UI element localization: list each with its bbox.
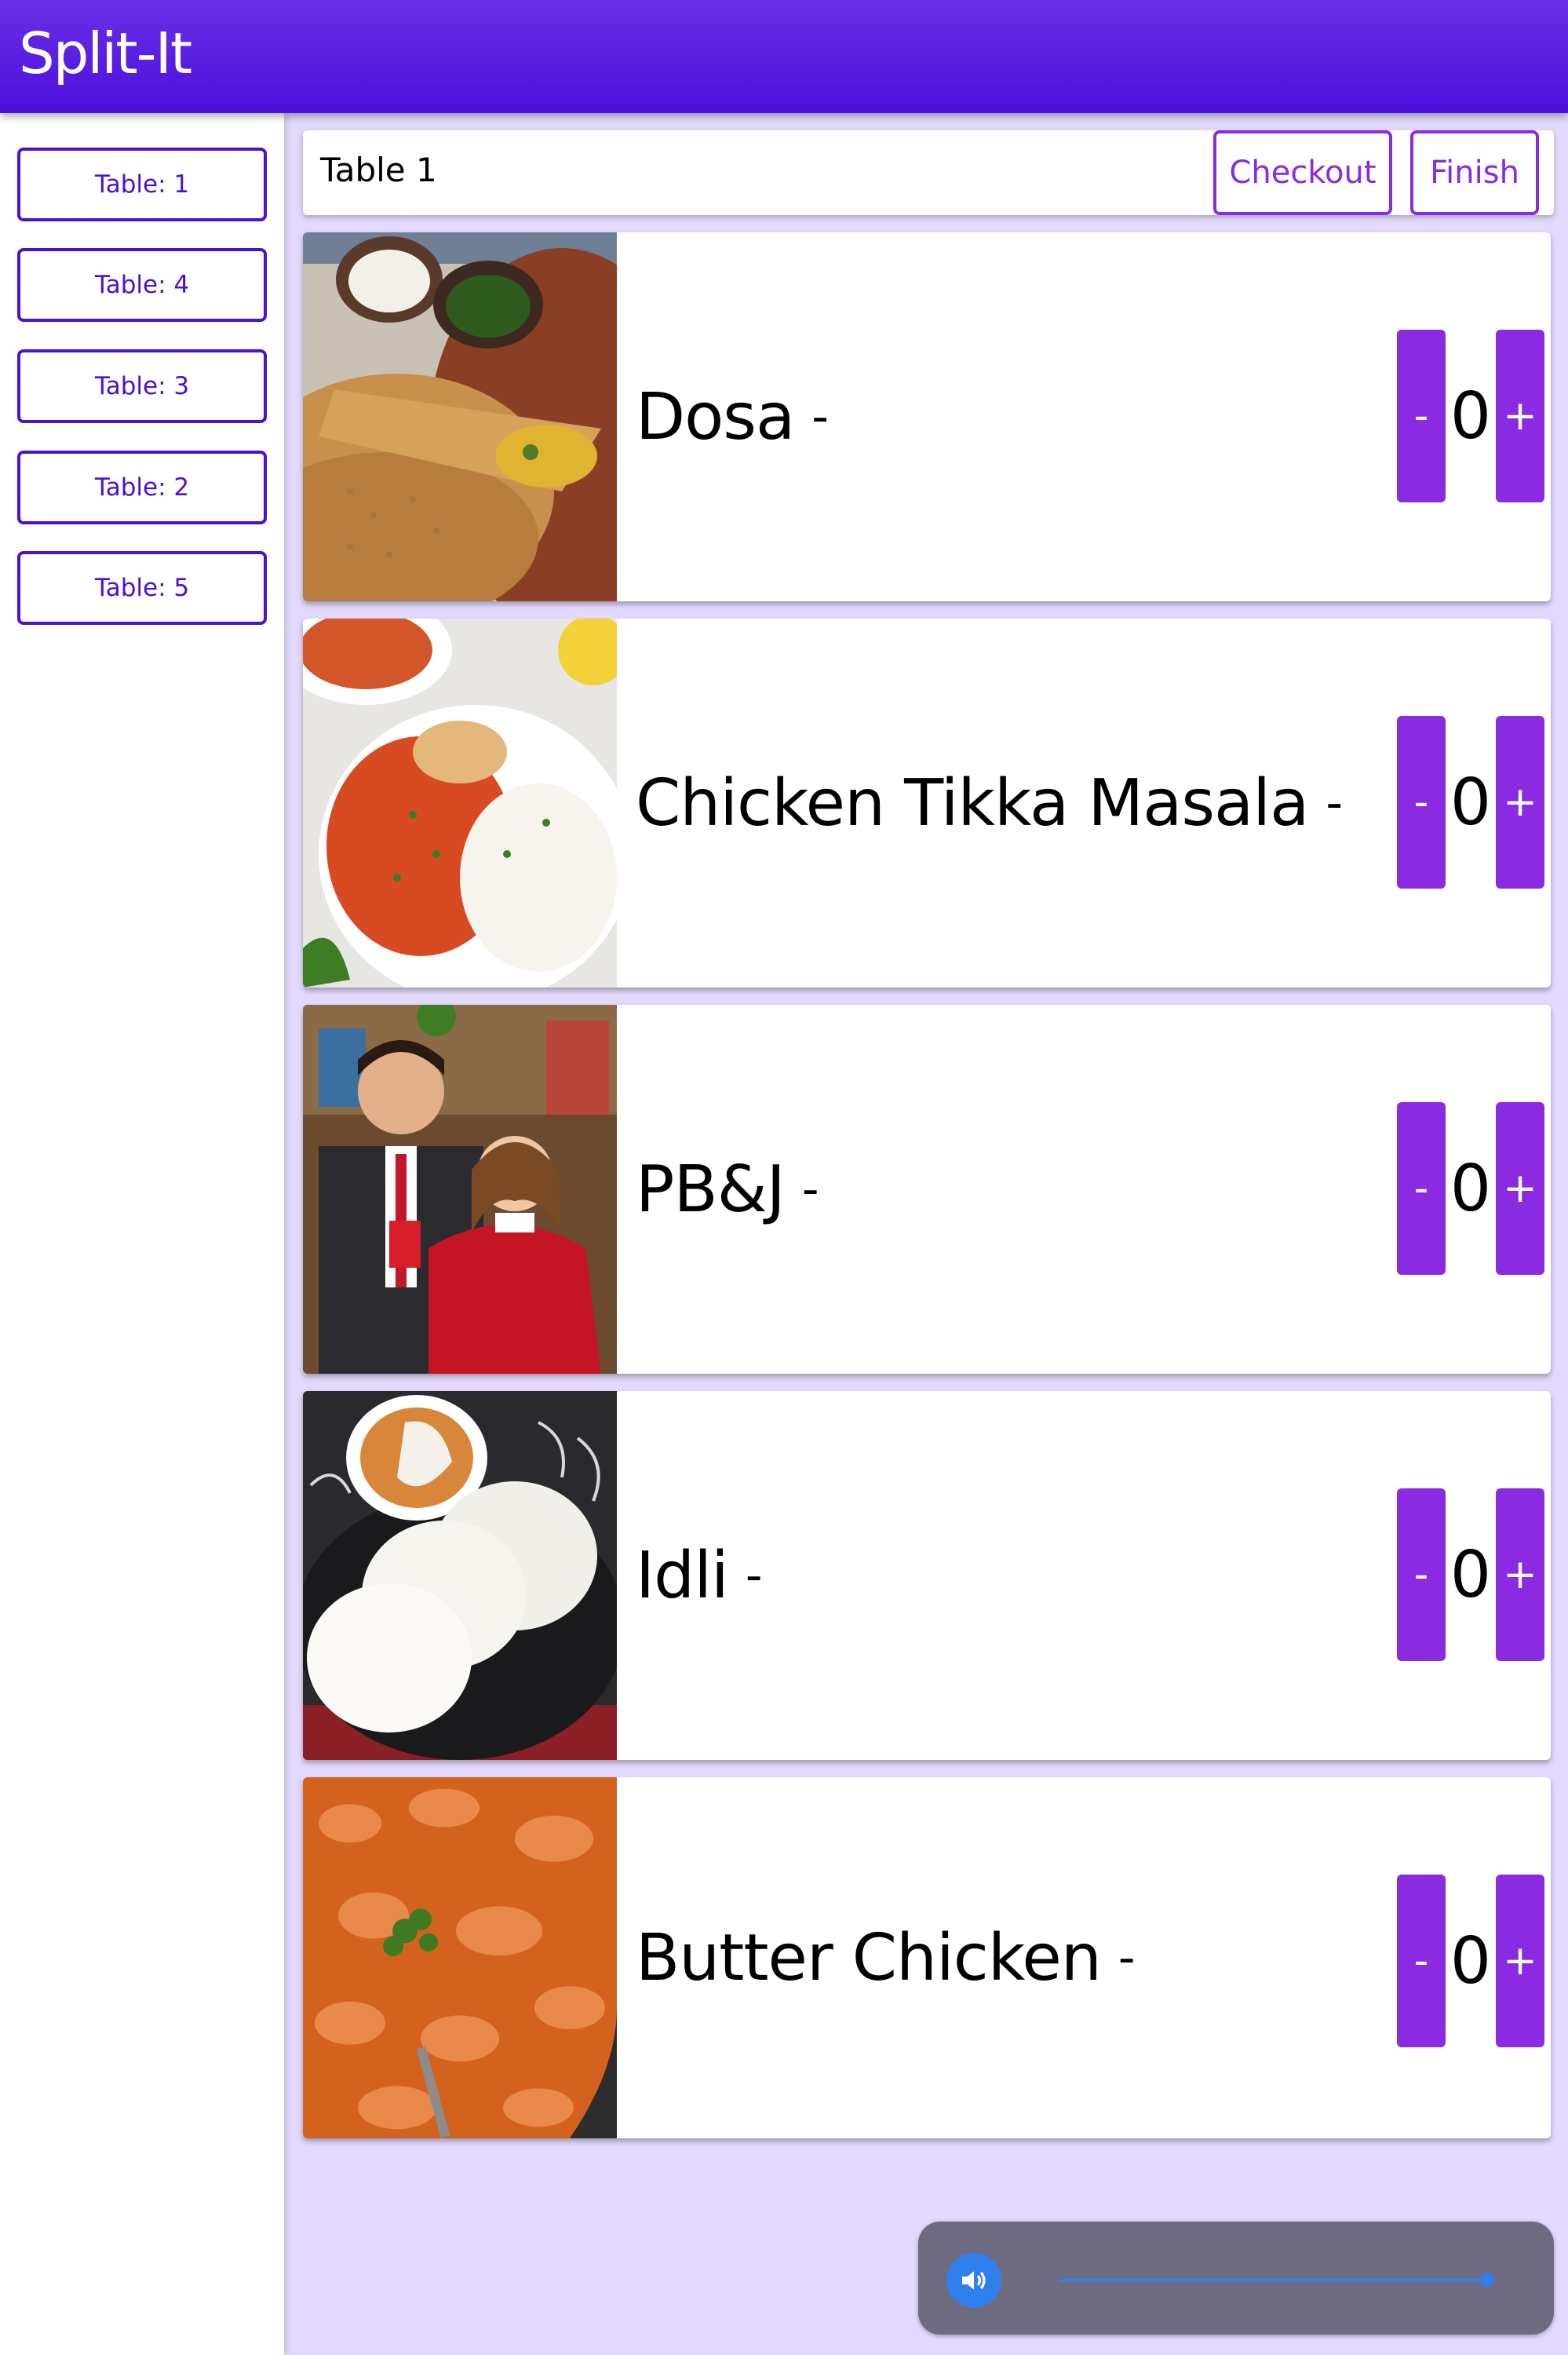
increase-quantity-button[interactable]: + bbox=[1496, 330, 1544, 502]
dish-name-text: Dosa bbox=[636, 379, 795, 455]
increase-quantity-button[interactable]: + bbox=[1496, 716, 1544, 889]
page-title: Table 1 bbox=[320, 151, 437, 189]
finish-button[interactable]: Finish bbox=[1410, 130, 1539, 215]
dish-name-text: Idli bbox=[636, 1538, 729, 1613]
decrease-quantity-button[interactable]: - bbox=[1397, 330, 1446, 502]
quantity-count: 0 bbox=[1449, 1537, 1492, 1612]
app-title: Split-It bbox=[19, 20, 192, 86]
quantity-count: 0 bbox=[1449, 765, 1492, 840]
quantity-count: 0 bbox=[1449, 1151, 1492, 1226]
dish-price-separator: - bbox=[1326, 776, 1343, 831]
sidebar-item-table-1[interactable]: Table: 1 bbox=[17, 148, 267, 221]
decrease-quantity-button[interactable]: - bbox=[1397, 1102, 1446, 1275]
quantity-count: 0 bbox=[1449, 1923, 1492, 1999]
dish-name-text: Chicken Tikka Masala bbox=[636, 765, 1309, 841]
sidebar-item-table-3[interactable]: Table: 3 bbox=[17, 349, 267, 423]
audio-progress-thumb[interactable] bbox=[1480, 2273, 1494, 2287]
dish-name: Butter Chicken - bbox=[636, 1777, 1135, 2138]
dish-name-text: Butter Chicken bbox=[636, 1920, 1102, 1995]
checkout-button[interactable]: Checkout bbox=[1213, 130, 1392, 215]
sidebar-item-table-2[interactable]: Table: 2 bbox=[17, 451, 267, 524]
dish-price-separator: - bbox=[745, 1548, 763, 1603]
increase-quantity-button[interactable]: + bbox=[1496, 1102, 1544, 1275]
dish-name: PB&J - bbox=[636, 1005, 819, 1374]
quantity-count: 0 bbox=[1449, 378, 1492, 454]
idli-image bbox=[303, 1391, 617, 1760]
menu-item-butter-chicken: Butter Chicken - - 0 + bbox=[303, 1777, 1551, 2138]
butter-chicken-image bbox=[303, 1777, 617, 2138]
speaker-icon[interactable] bbox=[946, 2253, 1001, 2308]
menu-item-dosa: Dosa - - 0 + bbox=[303, 232, 1551, 601]
increase-quantity-button[interactable]: + bbox=[1496, 1875, 1544, 2047]
decrease-quantity-button[interactable]: - bbox=[1397, 1488, 1446, 1661]
dish-name: Dosa - bbox=[636, 232, 829, 601]
dish-price-separator: - bbox=[811, 389, 829, 444]
menu-item-pbj: PB&J - - 0 + bbox=[303, 1005, 1551, 1374]
audio-progress-track[interactable] bbox=[1059, 2279, 1486, 2282]
decrease-quantity-button[interactable]: - bbox=[1397, 716, 1446, 889]
pbj-image bbox=[303, 1005, 617, 1374]
audio-player bbox=[918, 2222, 1554, 2335]
dish-name: Idli - bbox=[636, 1391, 763, 1760]
dish-price-separator: - bbox=[801, 1162, 819, 1217]
decrease-quantity-button[interactable]: - bbox=[1397, 1875, 1446, 2047]
sidebar-item-table-5[interactable]: Table: 5 bbox=[17, 551, 267, 625]
dosa-image bbox=[303, 232, 617, 601]
sidebar: Table: 1 Table: 4 Table: 3 Table: 2 Tabl… bbox=[0, 113, 284, 2355]
table-header: Table 1 Checkout Finish bbox=[303, 130, 1554, 215]
dish-name: Chicken Tikka Masala - bbox=[636, 619, 1343, 988]
increase-quantity-button[interactable]: + bbox=[1496, 1488, 1544, 1661]
app-bar: Split-It bbox=[0, 0, 1568, 113]
dish-name-text: PB&J bbox=[636, 1152, 786, 1227]
chicken-tikka-masala-image bbox=[303, 619, 617, 988]
dish-price-separator: - bbox=[1118, 1930, 1136, 1985]
menu-item-chicken-tikka-masala: Chicken Tikka Masala - - 0 + bbox=[303, 619, 1551, 988]
menu-item-idli: Idli - - 0 + bbox=[303, 1391, 1551, 1760]
sidebar-item-table-4[interactable]: Table: 4 bbox=[17, 248, 267, 322]
